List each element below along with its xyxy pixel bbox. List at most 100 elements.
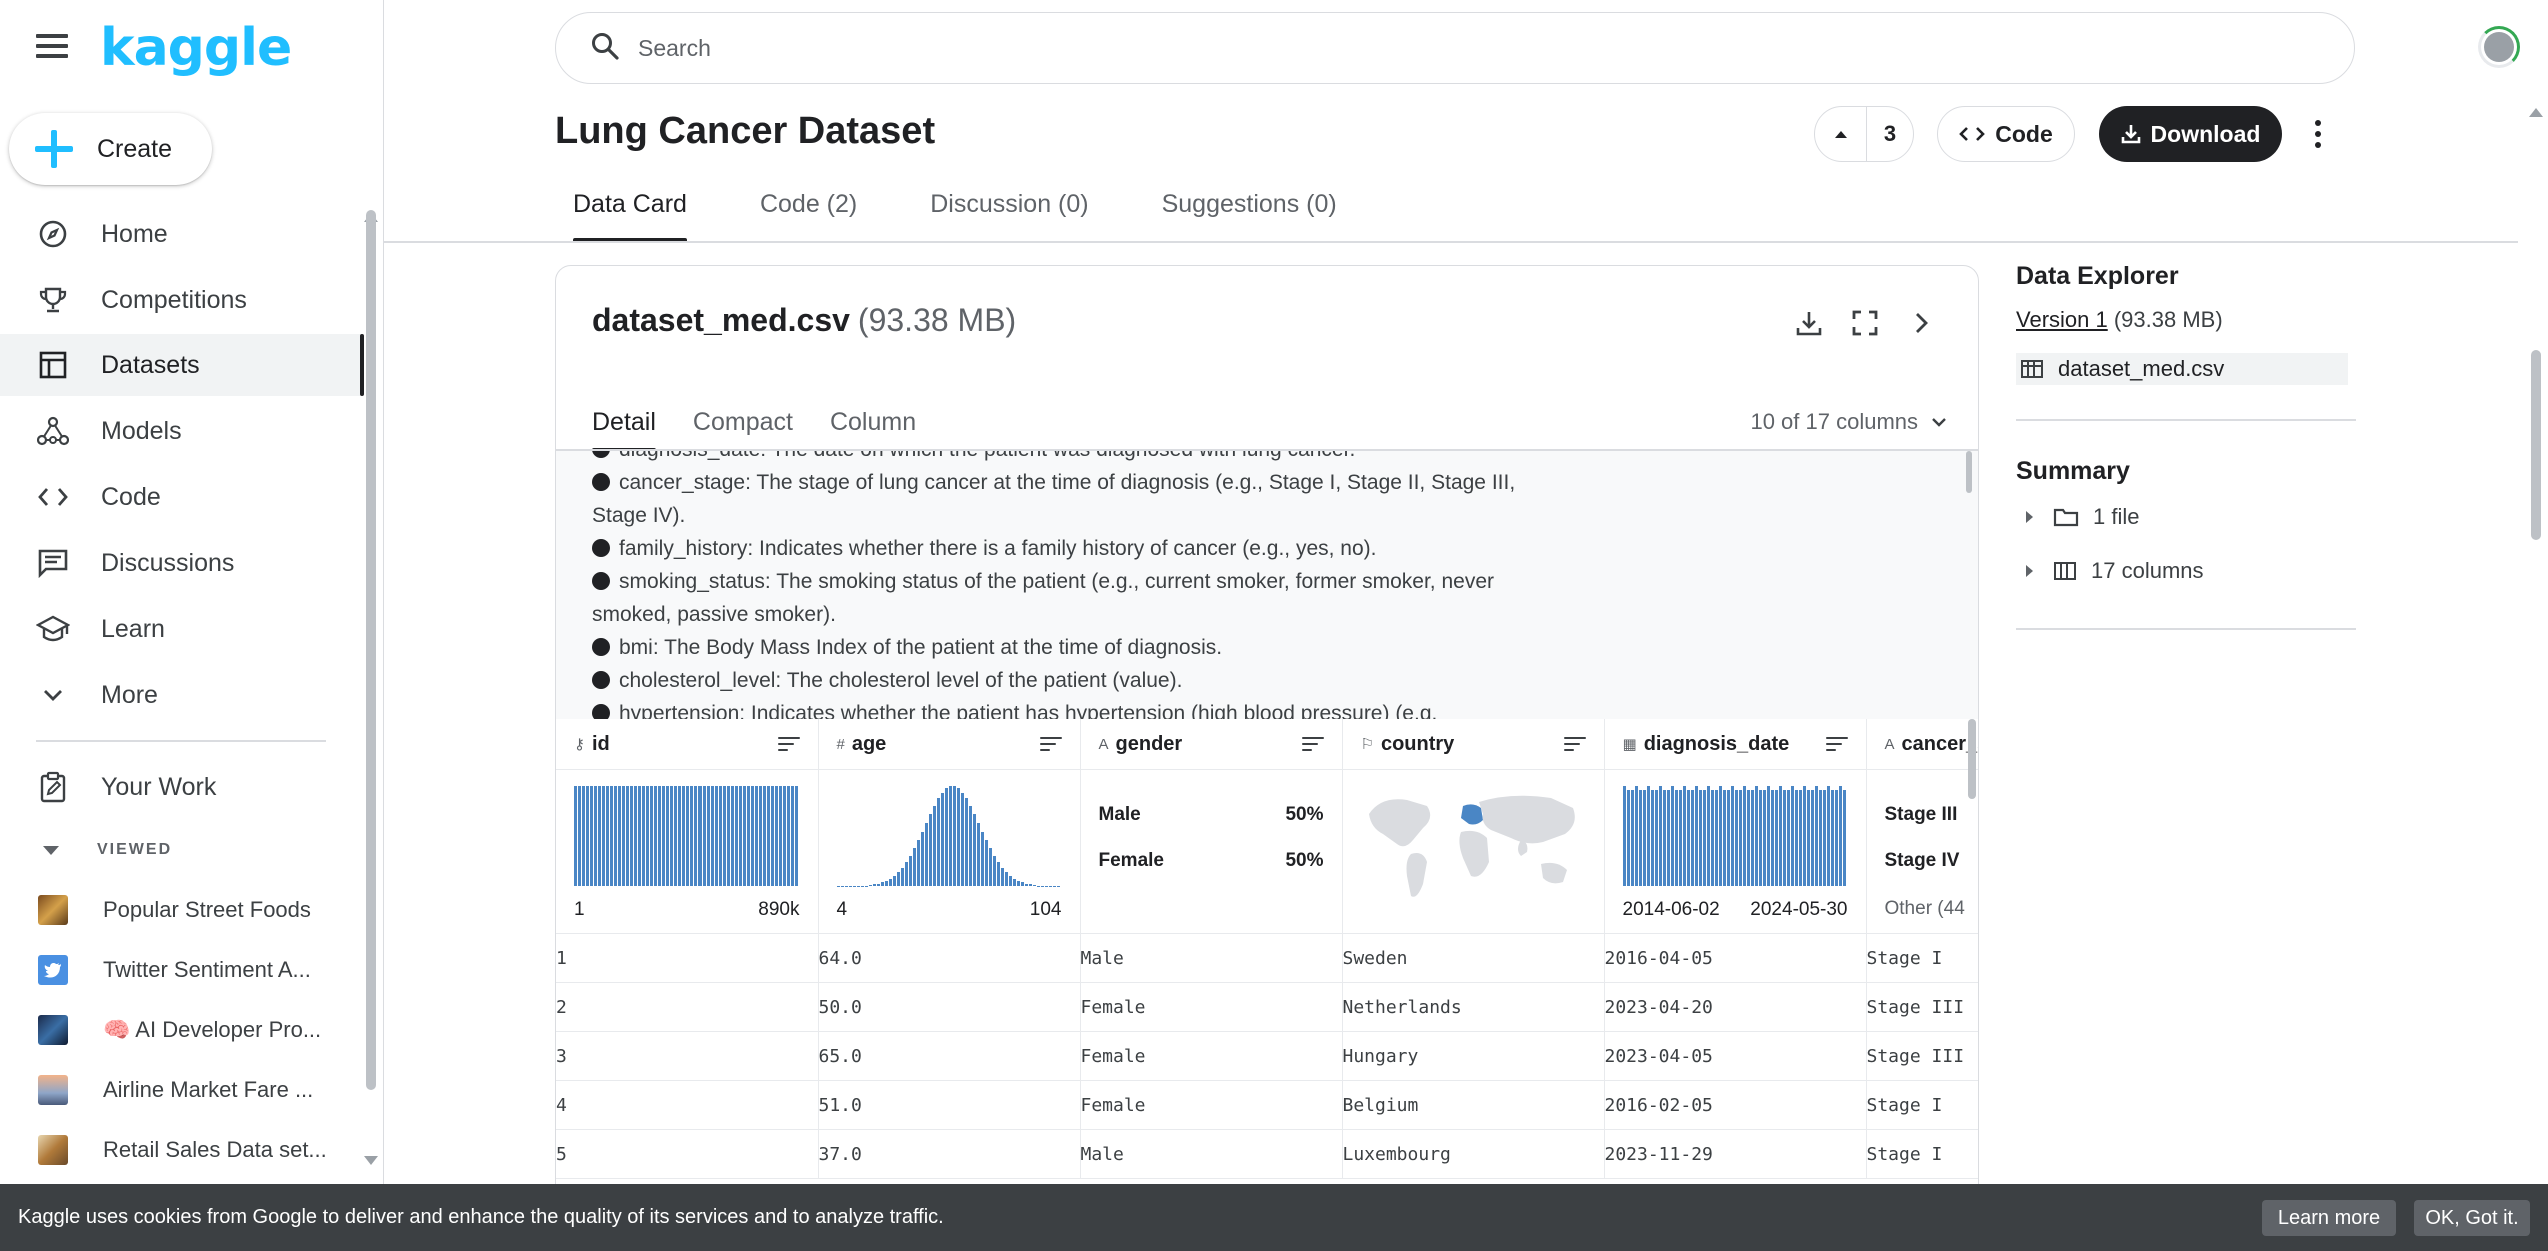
table-row[interactable]: 5 37.0 Male Luxembourg 2023-11-29 Stage I	[556, 1129, 1978, 1179]
sidebar-item-more[interactable]: More	[0, 664, 362, 726]
histogram-bar	[1771, 790, 1775, 886]
tab-code[interactable]: Code (2)	[742, 184, 875, 242]
sort-icon[interactable]	[1301, 737, 1324, 751]
histogram-bar	[1722, 790, 1726, 886]
explorer-file-item[interactable]: dataset_med.csv	[2016, 353, 2348, 385]
scroll-up-arrow[interactable]	[2529, 108, 2543, 117]
histogram-bar	[997, 862, 1001, 886]
compass-icon	[36, 217, 70, 251]
sidebar-item-models[interactable]: Models	[0, 400, 362, 462]
range-min: 1	[574, 899, 585, 920]
histogram-bar	[782, 786, 786, 886]
tab-detail[interactable]: Detail	[592, 394, 656, 452]
ok-got-it-button[interactable]: OK, Got it.	[2414, 1200, 2530, 1236]
histogram-bar	[872, 884, 876, 886]
column-summary-cancer-stage: Stage III Stage IV Other (44	[1866, 769, 1978, 934]
fullscreen-icon[interactable]	[1848, 306, 1882, 340]
table-cell: 64.0	[818, 933, 1081, 983]
version-link[interactable]: Version 1	[2016, 307, 2108, 332]
histogram-bar	[973, 813, 977, 886]
recent-item[interactable]: Popular Street Foods	[0, 882, 362, 938]
table-row[interactable]: 2 50.0 Female Netherlands 2023-04-20 Stage II…	[556, 982, 1978, 1032]
main-scrollbar[interactable]	[2531, 350, 2541, 540]
histogram-bar	[1638, 790, 1642, 886]
column-count-dropdown[interactable]: 10 of 17 columns	[1750, 394, 1948, 450]
chevron-right-icon[interactable]	[1904, 306, 1938, 340]
table-cell: Netherlands	[1342, 982, 1605, 1032]
histogram-bar	[646, 786, 650, 886]
sidebar-item-label: Learn	[101, 614, 165, 643]
histogram-bar	[1767, 786, 1771, 886]
tab-discussion[interactable]: Discussion (0)	[912, 184, 1106, 242]
histogram-bar	[969, 805, 973, 886]
sidebar-item-code[interactable]: Code	[0, 466, 362, 528]
column-header-age[interactable]: # age	[818, 719, 1081, 770]
viewed-section-toggle[interactable]: VIEWED	[36, 838, 172, 862]
histogram-bar	[1029, 884, 1033, 886]
table-cell: 1	[556, 933, 819, 983]
table-cell: 2	[556, 982, 819, 1032]
column-header-gender[interactable]: Agender	[1080, 719, 1343, 770]
scroll-down-arrow[interactable]	[364, 1156, 378, 1165]
create-button[interactable]: Create	[9, 113, 212, 185]
page-title: Lung Cancer Dataset	[555, 110, 936, 152]
more-options-icon[interactable]	[2308, 114, 2328, 154]
tab-column[interactable]: Column	[830, 394, 916, 450]
recent-item[interactable]: 🧠 AI Developer Pro...	[0, 1002, 362, 1058]
search-input[interactable]: Search	[555, 12, 2355, 84]
menu-icon[interactable]	[36, 34, 68, 60]
download-icon[interactable]	[1792, 306, 1826, 340]
upvote-button[interactable]	[1815, 106, 1867, 162]
user-avatar[interactable]	[2478, 26, 2520, 68]
version-info: Version 1 (93.38 MB)	[2016, 307, 2356, 333]
sidebar-scrollbar[interactable]	[366, 210, 376, 1090]
code-button[interactable]: Code	[1937, 106, 2075, 162]
sort-icon[interactable]	[1563, 737, 1586, 751]
histogram-bar	[770, 786, 774, 886]
column-name: age	[851, 732, 887, 755]
column-header-country[interactable]: ⚐ country	[1342, 719, 1605, 770]
column-name: country	[1380, 732, 1455, 755]
grid-scrollbar[interactable]	[1968, 719, 1976, 799]
histogram-bar	[1041, 885, 1045, 886]
download-button[interactable]: Download	[2099, 106, 2282, 162]
sort-icon[interactable]	[777, 737, 800, 751]
recent-item-label: 🧠 AI Developer Pro...	[103, 1017, 322, 1042]
recent-item[interactable]: Airline Market Fare ...	[0, 1062, 362, 1118]
table-row[interactable]: 3 65.0 Female Hungary 2023-04-05 Stage III	[556, 1031, 1978, 1081]
histogram-bar	[1049, 885, 1053, 886]
column-header-diagnosis-date[interactable]: ▦ diagnosis_date	[1604, 719, 1867, 770]
recent-item[interactable]: Twitter Sentiment A...	[0, 942, 362, 998]
sidebar-item-home[interactable]: Home	[0, 203, 362, 265]
table-row[interactable]: 4 51.0 Female Belgium 2016-02-05 Stage I	[556, 1080, 1978, 1130]
summary-files-item[interactable]: 1 file	[2016, 490, 2356, 544]
tab-suggestions[interactable]: Suggestions (0)	[1144, 184, 1355, 242]
columns-icon	[2053, 561, 2077, 581]
histogram-bar	[1009, 875, 1013, 886]
recent-item[interactable]: Retail Sales Data set...	[0, 1122, 362, 1178]
histogram-bar	[702, 786, 706, 886]
summary-columns-item[interactable]: 17 columns	[2016, 544, 2356, 598]
histogram-bar	[977, 822, 981, 886]
sidebar-item-datasets[interactable]: Datasets	[0, 334, 364, 396]
sort-icon[interactable]	[1039, 737, 1062, 751]
description-scrollbar[interactable]	[1966, 451, 1972, 493]
sort-icon[interactable]	[1825, 737, 1848, 751]
sidebar-item-discussions[interactable]: Discussions	[0, 532, 362, 594]
learn-more-button[interactable]: Learn more	[2262, 1200, 2396, 1236]
table-row[interactable]: 1 64.0 Male Sweden 2016-04-05 Stage I	[556, 933, 1978, 983]
histogram-bar	[578, 786, 582, 886]
kaggle-logo[interactable]: kaggle	[100, 18, 292, 78]
comments-icon	[36, 546, 70, 580]
sidebar-item-learn[interactable]: Learn	[0, 598, 362, 660]
column-header-cancer-stage[interactable]: Acancer_stage	[1866, 719, 1978, 770]
tab-data-card[interactable]: Data Card	[555, 184, 705, 242]
column-header-id[interactable]: ⚷ id	[556, 719, 819, 770]
histogram-bar	[706, 786, 710, 886]
histogram-bar	[1775, 790, 1779, 886]
tab-compact[interactable]: Compact	[693, 394, 793, 450]
table-cell: Male	[1080, 1129, 1343, 1179]
chevron-down-icon	[36, 678, 70, 712]
sidebar-item-your-work[interactable]: Your Work	[0, 756, 362, 818]
sidebar-item-competitions[interactable]: Competitions	[0, 269, 362, 331]
